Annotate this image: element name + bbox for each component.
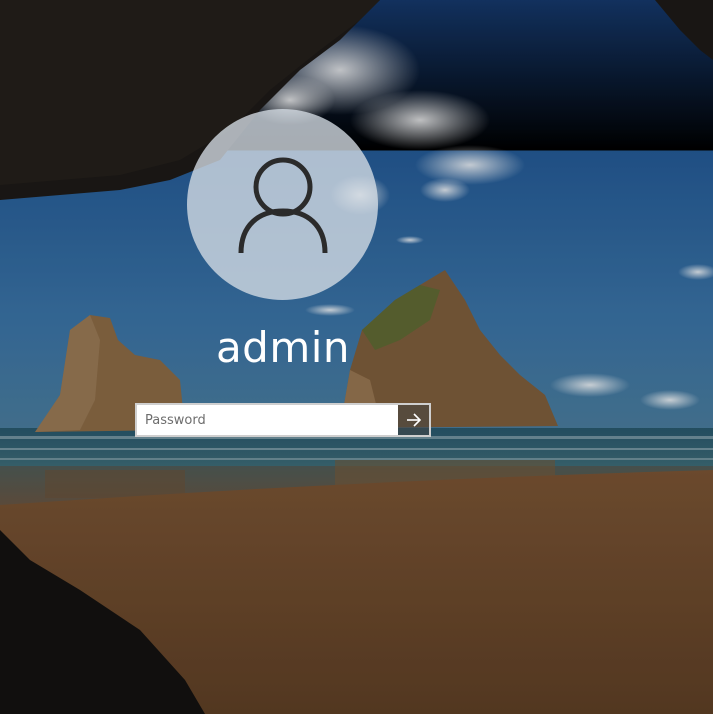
user-name-label: admin [215, 323, 351, 372]
password-input[interactable] [135, 403, 398, 437]
submit-button[interactable] [398, 403, 431, 437]
arrow-right-icon [406, 413, 421, 427]
lock-screen: admin [0, 0, 713, 714]
login-form [135, 403, 431, 437]
user-silhouette-icon [238, 157, 327, 253]
user-avatar [187, 109, 378, 300]
